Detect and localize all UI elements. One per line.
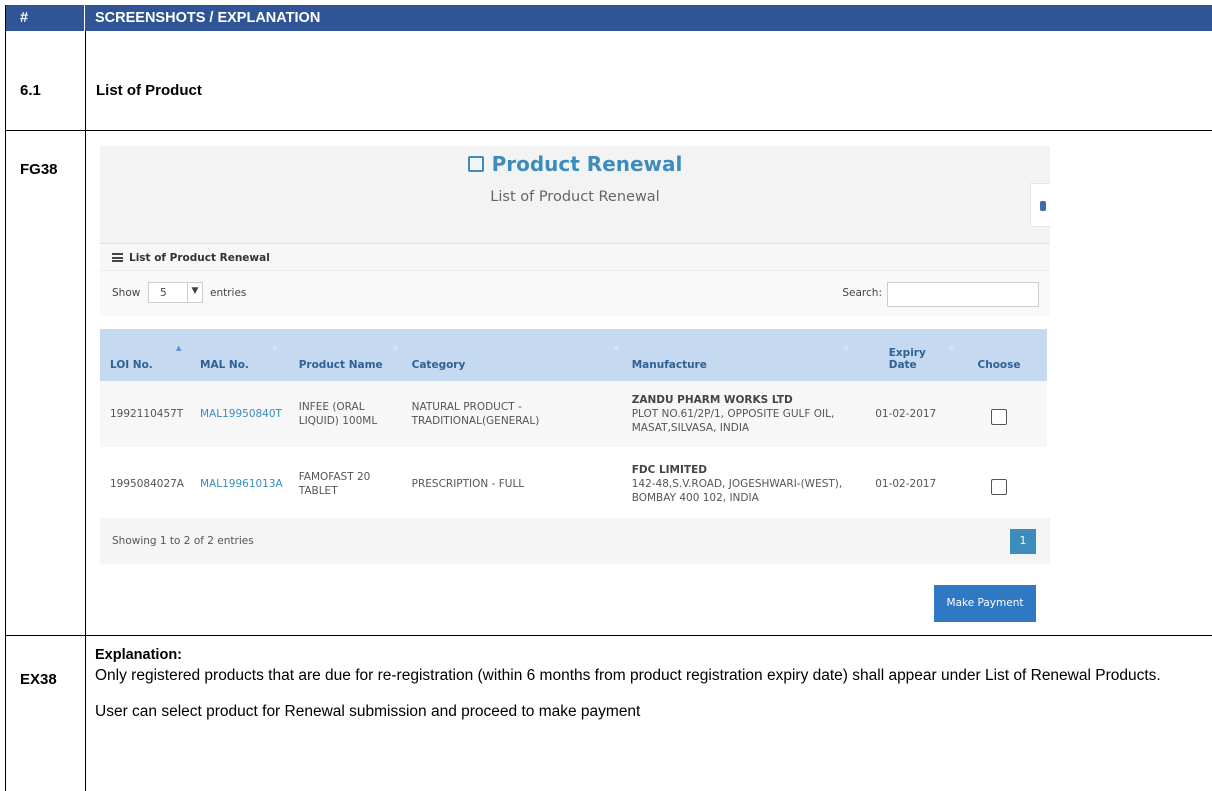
search-label: Search: — [842, 287, 882, 299]
sort-icon: ◆ — [392, 344, 399, 352]
col-manufacture[interactable]: Manufacture ◆ — [621, 329, 851, 381]
choose-checkbox[interactable] — [991, 478, 1007, 495]
page-title-text: Product Renewal — [491, 152, 683, 176]
sort-icon: ◆ — [613, 344, 620, 352]
cell-category: NATURAL PRODUCT - TRADITIONAL(GENERAL) — [401, 381, 622, 447]
cell-product: FAMOFAST 20 TABLET — [288, 447, 402, 520]
showing-info: Showing 1 to 2 of 2 entries — [112, 535, 254, 547]
table-header: # SCREENSHOTS / EXPLANATION — [6, 5, 1212, 31]
col-product[interactable]: Product Name ◆ — [288, 329, 402, 381]
cell-expiry: 01-02-2017 — [850, 447, 958, 520]
chevron-down-icon: ▼ — [187, 283, 202, 302]
side-tab[interactable] — [1030, 183, 1050, 227]
edit-icon — [467, 156, 484, 172]
list-icon — [112, 253, 123, 262]
manufacturer-address: PLOT NO.61/2P/1, OPPOSITE GULF OIL, MASA… — [631, 408, 835, 434]
explanation-para-2: User can select product for Renewal subm… — [95, 703, 641, 720]
col-mal[interactable]: MAL No. ◆ — [190, 329, 289, 381]
header-num-col: # — [6, 5, 85, 31]
table-footer: Showing 1 to 2 of 2 entries 1 — [100, 518, 1050, 564]
cell-product: INFEE (ORAL LIQUID) 100ML — [288, 381, 402, 447]
col-loi[interactable]: LOI No. ▲ — [100, 329, 190, 381]
manufacturer-name: ZANDU PHARM WORKS LTD — [631, 394, 793, 406]
entries-label: entries — [210, 287, 247, 299]
mal-link[interactable]: MAL19961013A — [200, 478, 283, 490]
col-choose: Choose — [957, 329, 1047, 381]
manufacturer-name: FDC LIMITED — [631, 463, 707, 476]
product-table: LOI No. ▲ MAL No. ◆ Product Name ◆ Category… — [100, 329, 1047, 520]
sort-asc-icon: ▲ — [176, 344, 182, 352]
sort-icon: ◆ — [948, 344, 954, 352]
header-text-col: SCREENSHOTS / EXPLANATION — [95, 10, 321, 26]
col-expiry[interactable]: Expiry Date ◆ — [850, 329, 958, 381]
cell-category: PRESCRIPTION - FULL — [401, 447, 622, 520]
section-title: List of Product — [96, 82, 202, 99]
explanation-heading: Explanation: — [95, 647, 183, 663]
cell-manufacture: FDC LIMITED 142-48,S.V.ROAD, JOGESHWARI-(… — [621, 447, 851, 520]
make-payment-button[interactable]: Make Payment — [934, 585, 1036, 622]
cell-expiry: 01-02-2017 — [850, 381, 958, 447]
cell-loi: 1995084027A — [100, 447, 190, 520]
entries-select[interactable]: 5 ▼ — [148, 282, 203, 303]
table-controls: Show 5 ▼ entries Search: — [100, 271, 1050, 316]
section-row: 6.1 List of Product — [6, 31, 1212, 131]
show-label: Show — [112, 287, 141, 299]
document-table: # SCREENSHOTS / EXPLANATION 6.1 List of … — [5, 5, 1212, 791]
page-button-1[interactable]: 1 — [1010, 529, 1036, 554]
choose-checkbox[interactable] — [991, 409, 1007, 425]
manufacturer-address: 142-48,S.V.ROAD, JOGESHWARI-(WEST), BOMB… — [631, 477, 843, 504]
screenshot-panel: Product Renewal List of Product Renewal … — [100, 146, 1050, 634]
sort-icon: ◆ — [272, 344, 278, 352]
page-title: Product Renewal — [100, 152, 1050, 176]
explanation-para-1: Only registered products that are due fo… — [95, 667, 1161, 684]
explanation-row: EX38 Explanation: Only registered produc… — [6, 636, 1212, 791]
sort-icon: ◆ — [843, 344, 850, 352]
mal-link[interactable]: MAL19950840T — [200, 408, 282, 420]
figure-id: FG38 — [6, 131, 86, 635]
explanation-id: EX38 — [6, 636, 86, 791]
box-title: List of Product Renewal — [129, 252, 270, 264]
table-row: 1995084027A MAL19961013A FAMOFAST 20 TAB… — [100, 447, 1047, 520]
cell-manufacture: ZANDU PHARM WORKS LTD PLOT NO.61/2P/1, OP… — [621, 381, 851, 447]
search-input[interactable] — [887, 282, 1039, 307]
box-header: List of Product Renewal — [100, 244, 1050, 271]
figure-row: FG38 Product Renewal List of Product Ren… — [6, 131, 1212, 636]
col-category[interactable]: Category ◆ — [401, 329, 622, 381]
page-subtitle: List of Product Renewal — [490, 189, 660, 205]
section-number: 6.1 — [6, 31, 86, 130]
table-header-row: LOI No. ▲ MAL No. ◆ Product Name ◆ Category… — [100, 329, 1047, 381]
cell-loi: 1992110457T — [100, 381, 190, 447]
list-box: List of Product Renewal Show 5 ▼ entries… — [100, 243, 1050, 634]
table-row: 1992110457T MAL19950840T INFEE (ORAL LIQ… — [100, 381, 1047, 447]
entries-value: 5 — [160, 287, 167, 299]
puzzle-icon — [1040, 201, 1046, 211]
